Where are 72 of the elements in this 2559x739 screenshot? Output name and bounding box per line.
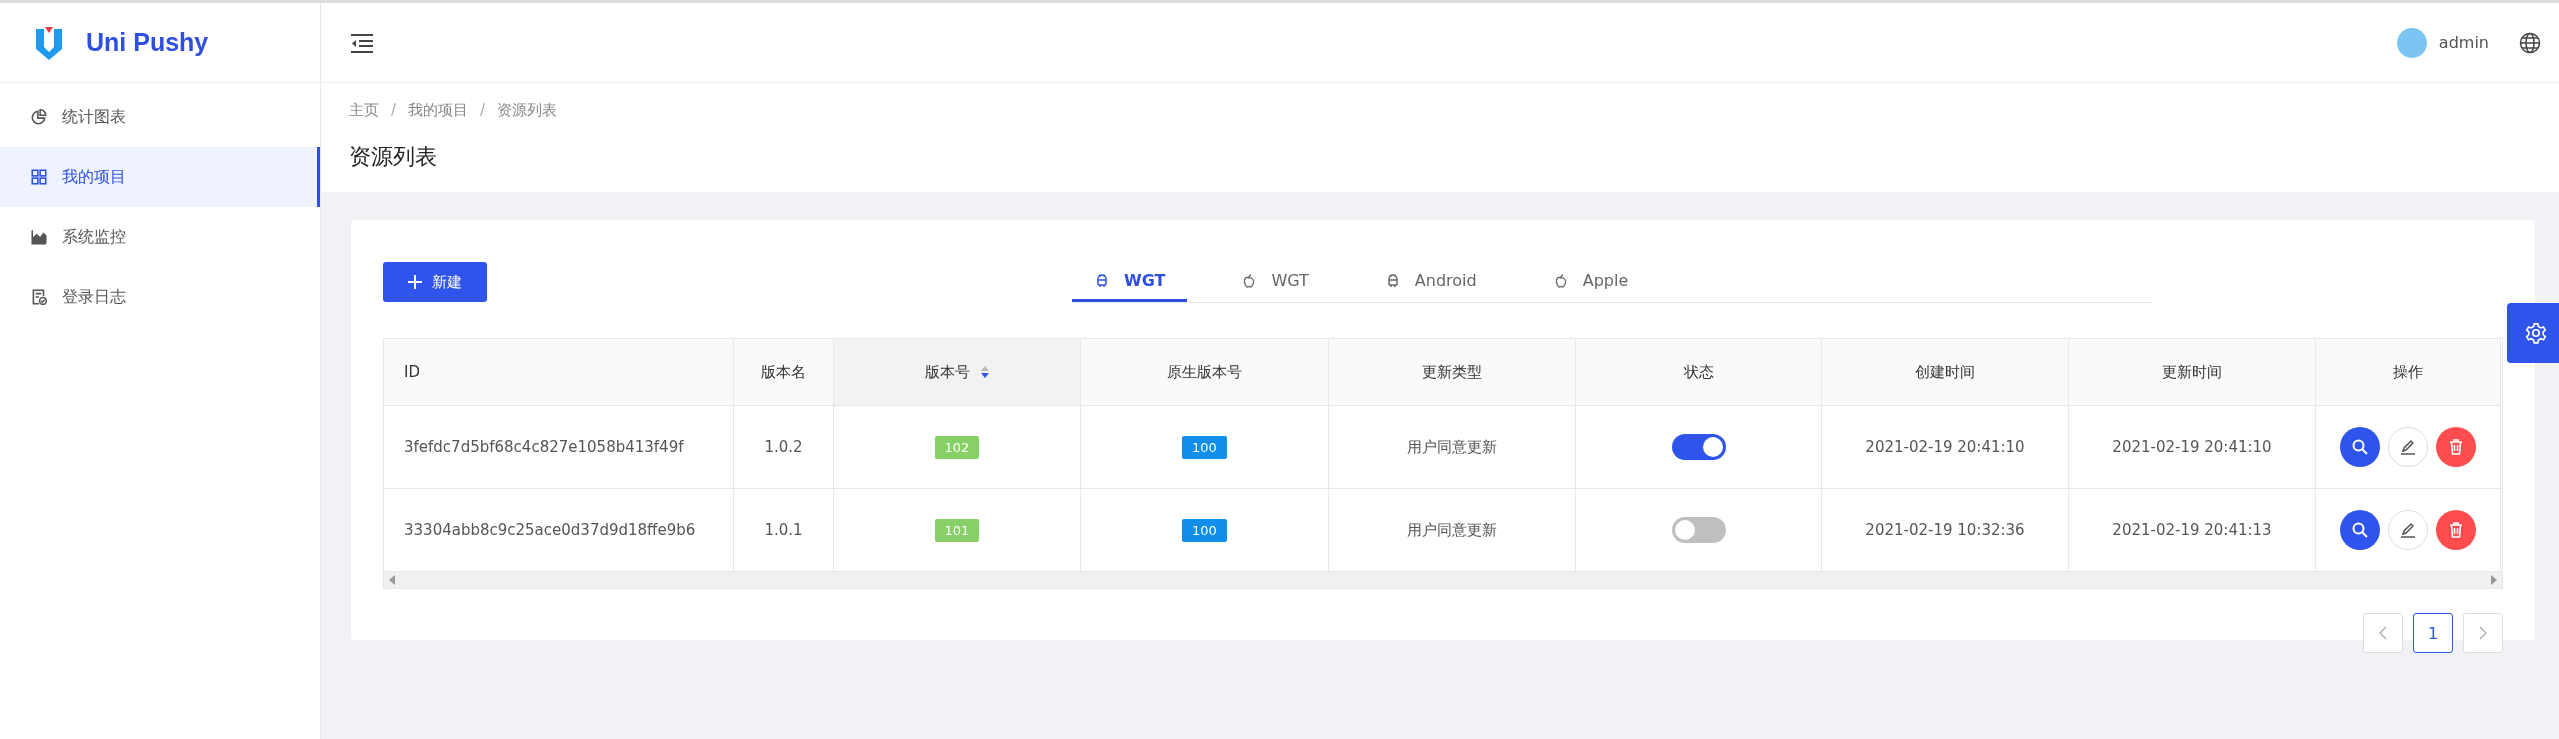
plus-icon (408, 275, 422, 289)
column-header: 更新类型 (1329, 339, 1576, 405)
column-header: 操作 (2316, 339, 2501, 405)
table-cell: 2021-02-19 20:41:10 (1822, 406, 2069, 488)
version-tag: 101 (934, 518, 980, 542)
pie-chart-icon (30, 108, 48, 126)
status-switch[interactable] (1671, 517, 1726, 543)
platform-tab[interactable]: WGT (1072, 262, 1188, 302)
globe-icon[interactable] (2519, 31, 2541, 54)
page-button[interactable]: 1 (2413, 613, 2453, 653)
platform-tab[interactable]: Apple (1530, 262, 1651, 302)
delete-button[interactable] (2436, 427, 2476, 467)
settings-button[interactable] (2507, 303, 2559, 363)
pencil-icon (2399, 521, 2417, 539)
table-cell: 33304abb8c9c25ace0d37d9d18ffe9b6 (384, 489, 734, 571)
breadcrumb-item[interactable]: 主页 (349, 101, 379, 120)
new-button[interactable]: 新建 (383, 262, 487, 302)
table-cell: 用户同意更新 (1329, 406, 1576, 488)
sidebar-item[interactable]: 统计图表 (0, 87, 320, 147)
edit-button[interactable] (2388, 427, 2428, 467)
breadcrumb-separator: / (391, 101, 397, 120)
column-header: 创建时间 (1822, 339, 2069, 405)
column-header: 版本名 (734, 339, 834, 405)
table-cell: 3fefdc7d5bf68c4c827e1058b413f49f (384, 406, 734, 488)
logo-icon (34, 24, 64, 61)
column-header[interactable]: 版本号 (834, 339, 1081, 405)
platform-tab[interactable]: WGT (1219, 262, 1331, 302)
search-icon (2351, 438, 2369, 456)
search-button[interactable] (2340, 510, 2380, 550)
user-name[interactable]: admin (2438, 33, 2489, 52)
brand-name: Uni Pushy (86, 28, 209, 57)
menu-fold-icon[interactable] (349, 31, 375, 54)
column-header: 状态 (1576, 339, 1822, 405)
breadcrumb-item: 资源列表 (497, 101, 558, 120)
table-cell: 2021-02-19 20:41:13 (2069, 489, 2316, 571)
settings-icon (2525, 322, 2547, 344)
scroll-left-icon[interactable] (388, 575, 396, 585)
sort-icon[interactable] (979, 365, 990, 379)
page-title: 资源列表 (349, 143, 438, 171)
pencil-icon (2399, 438, 2417, 456)
platform-tab[interactable]: Android (1362, 262, 1499, 302)
edit-button[interactable] (2388, 510, 2428, 550)
android-icon (1094, 272, 1110, 289)
breadcrumb-item[interactable]: 我的项目 (408, 101, 469, 120)
sidebar-item[interactable]: 登录日志 (0, 267, 320, 327)
column-header: 原生版本号 (1081, 339, 1329, 405)
chevron-left-icon (2378, 625, 2388, 641)
version-tag: 102 (934, 435, 980, 459)
trash-icon (2447, 438, 2465, 456)
delete-button[interactable] (2436, 510, 2476, 550)
table-cell: 1.0.2 (734, 406, 834, 488)
native-version-tag: 100 (1182, 435, 1227, 459)
table-cell: 2021-02-19 20:41:10 (2069, 406, 2316, 488)
table-cell: 1.0.1 (734, 489, 834, 571)
horizontal-scrollbar[interactable] (384, 572, 2502, 588)
chevron-right-icon (2478, 625, 2488, 641)
sidebar-item[interactable]: 我的项目 (0, 147, 320, 207)
table-cell: 2021-02-19 10:32:36 (1822, 489, 2069, 571)
area-chart-icon (30, 228, 48, 246)
search-icon (2351, 521, 2369, 539)
search-button[interactable] (2340, 427, 2380, 467)
column-header: ID (384, 339, 734, 405)
trash-icon (2447, 521, 2465, 539)
native-version-tag: 100 (1182, 518, 1227, 542)
scroll-right-icon[interactable] (2490, 575, 2498, 585)
table-cell: 用户同意更新 (1329, 489, 1576, 571)
column-header: 更新时间 (2069, 339, 2316, 405)
grid-icon (30, 168, 48, 186)
breadcrumb-separator: / (480, 101, 486, 120)
sidebar-item[interactable]: 系统监控 (0, 207, 320, 267)
status-switch[interactable] (1671, 434, 1726, 460)
log-file-icon (30, 288, 48, 306)
